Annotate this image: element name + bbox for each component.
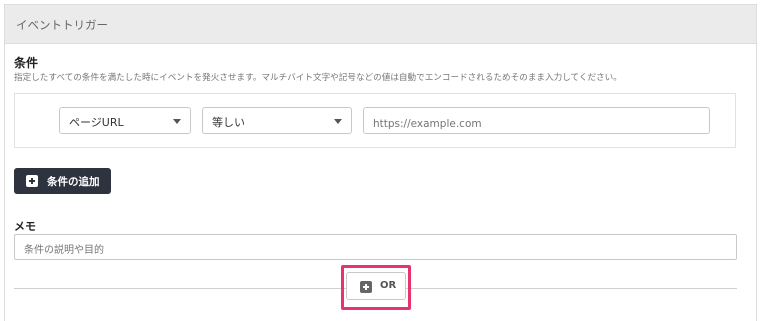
condition-row: ページURL 等しい [14,93,736,148]
caret-down-icon [173,119,181,124]
add-condition-button[interactable]: 条件の追加 [14,168,111,194]
condition-description: 指定したすべての条件を満たした時にイベントを発火させます。マルチバイト文字や記号… [14,73,622,83]
plus-square-icon [360,281,372,293]
condition-operator-select[interactable]: 等しい [202,107,352,134]
caret-down-icon [334,119,342,124]
or-button-label: OR [380,280,397,291]
panel-title: イベントトリガー [16,18,108,32]
condition-operator-value: 等しい [212,116,245,129]
memo-input[interactable] [14,234,737,260]
panel-header: イベントトリガー [5,5,756,44]
condition-value-input[interactable] [363,107,710,134]
plus-square-icon [26,175,38,187]
add-condition-label: 条件の追加 [47,176,100,188]
memo-label: メモ [14,220,36,233]
condition-type-value: ページURL [69,116,124,129]
condition-title: 条件 [14,56,39,70]
condition-type-select[interactable]: ページURL [59,107,191,134]
or-button[interactable]: OR [346,272,406,300]
